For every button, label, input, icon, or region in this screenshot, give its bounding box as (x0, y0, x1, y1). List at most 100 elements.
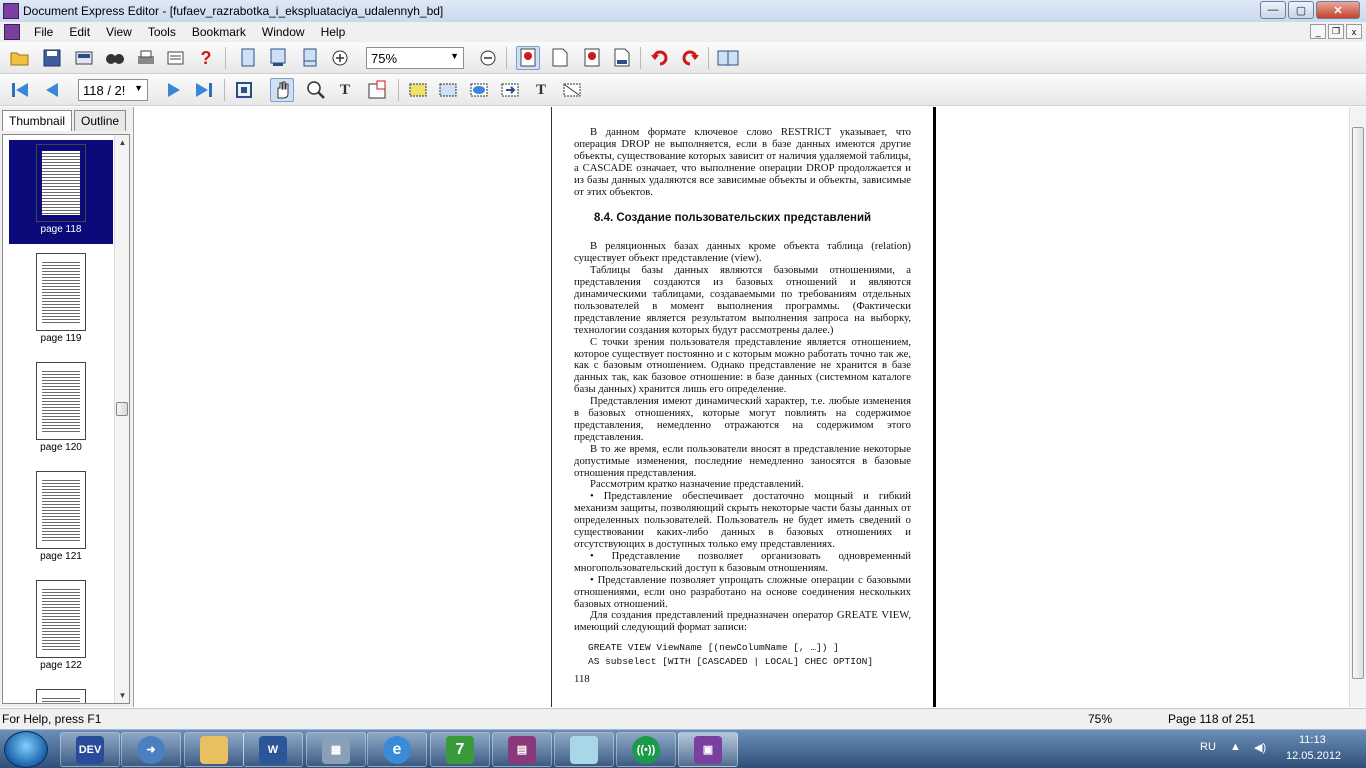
tray-arrow-icon[interactable]: ▲ (1230, 741, 1241, 753)
scrollbar-thumb[interactable] (116, 402, 128, 416)
thumbnail-page-118[interactable]: page 118 (9, 140, 113, 244)
zoom-tool-icon[interactable] (304, 78, 328, 102)
folder-icon (200, 735, 228, 764)
chevron-down-icon[interactable]: ▼ (134, 83, 143, 93)
thumbnail-scrollbar[interactable]: ▲ ▼ (114, 135, 129, 703)
taskbar-app-calculator[interactable]: ▦ (306, 732, 366, 767)
menu-edit[interactable]: Edit (61, 25, 98, 39)
scroll-down-icon[interactable]: ▼ (115, 688, 129, 703)
chevron-down-icon[interactable]: ▼ (450, 51, 459, 61)
status-page: Page 118 of 251 (1168, 712, 1256, 726)
status-bar: For Help, press F1 75% Page 118 of 251 (0, 708, 1366, 729)
menu-bookmark[interactable]: Bookmark (184, 25, 254, 39)
document-view[interactable]: В данном формате ключевое слово RESTRICT… (138, 107, 1366, 707)
select-region-icon[interactable] (467, 78, 491, 102)
zoom-in-icon[interactable] (328, 46, 352, 70)
taskbar-app-explorer[interactable] (184, 732, 244, 767)
page-number: 118 (574, 673, 590, 686)
zoom-out-icon[interactable] (476, 46, 500, 70)
word-icon: W (259, 735, 287, 764)
select-area-icon[interactable] (406, 78, 430, 102)
tab-thumbnail[interactable]: Thumbnail (2, 110, 73, 131)
menu-view[interactable]: View (98, 25, 140, 39)
maximize-button[interactable]: ▢ (1288, 1, 1314, 19)
text-tool-icon[interactable]: T (333, 78, 357, 102)
menu-window[interactable]: Window (254, 25, 313, 39)
minimize-button[interactable]: — (1260, 1, 1286, 19)
tab-outline[interactable]: Outline (74, 110, 127, 131)
two-page-icon[interactable] (266, 46, 290, 70)
sidebar: Thumbnail Outline page 118 page 119 page… (0, 107, 134, 707)
menu-help[interactable]: Help (313, 25, 354, 39)
clock-time[interactable]: 11:13 (1299, 734, 1326, 746)
continuous-icon[interactable] (298, 46, 322, 70)
rotate-right-icon[interactable] (610, 46, 634, 70)
scan-icon[interactable] (72, 46, 96, 70)
select-text-icon[interactable]: T (529, 78, 553, 102)
paragraph: С точки зрения пользователя представлени… (574, 335, 911, 396)
taskbar-app-dev-cpp[interactable]: DEV (60, 732, 120, 767)
find-icon[interactable] (103, 46, 127, 70)
page-number-combo[interactable]: 118 / 2! ▼ (78, 79, 148, 101)
properties-icon[interactable] (164, 46, 188, 70)
document-menu-icon[interactable] (4, 24, 20, 40)
redo-icon[interactable] (678, 46, 702, 70)
taskbar-app-network[interactable]: ((•)) (616, 732, 676, 767)
start-button[interactable] (4, 731, 48, 768)
taskbar-app-seven[interactable]: 7 (430, 732, 490, 767)
toolbar-separator (640, 47, 641, 69)
clock-date[interactable]: 12.05.2012 (1286, 750, 1341, 762)
internet-explorer-icon: e (383, 735, 411, 764)
last-page-icon[interactable] (192, 78, 216, 102)
thumbnail-page-121[interactable]: page 121 (9, 467, 113, 571)
thumbnail-page-122[interactable]: page 122 (9, 576, 113, 680)
next-page-icon[interactable] (162, 78, 186, 102)
scrollbar-thumb[interactable] (1352, 127, 1364, 679)
language-indicator[interactable]: RU (1200, 741, 1216, 753)
thumbnail-page-119[interactable]: page 119 (9, 249, 113, 353)
undo-icon[interactable] (648, 46, 672, 70)
thumbnail-page-next[interactable] (9, 685, 113, 703)
taskbar-app-notepad[interactable] (554, 732, 614, 767)
thumbnail-label: page 119 (40, 333, 82, 344)
paragraph: Для создания представлений предназначен … (574, 609, 911, 634)
thumbnail-page-120[interactable]: page 120 (9, 358, 113, 462)
menu-file[interactable]: File (26, 25, 61, 39)
taskbar-app-arrow[interactable]: ➜ (121, 732, 181, 767)
select-link-icon[interactable] (498, 78, 522, 102)
page-icon[interactable] (548, 46, 572, 70)
single-page-icon[interactable] (236, 46, 260, 70)
hand-icon[interactable] (270, 78, 294, 102)
taskbar-app-word[interactable]: W (243, 732, 303, 767)
help-icon[interactable]: ? (194, 46, 218, 70)
erase-area-icon[interactable] (560, 78, 584, 102)
page-thumbnail-image (36, 144, 86, 222)
first-page-icon[interactable] (8, 78, 32, 102)
volume-icon[interactable]: ◀) (1254, 741, 1266, 754)
zoom-combo[interactable]: 75% ▼ (366, 47, 464, 69)
doc-minimize-button[interactable]: _ (1310, 24, 1326, 39)
fit-width-icon[interactable] (716, 46, 740, 70)
thumbnail-list: page 118 page 119 page 120 page 121 page… (2, 134, 130, 704)
navigation-toolbar: 118 / 2! ▼ T T (0, 74, 1366, 106)
prev-page-icon[interactable] (40, 78, 64, 102)
menu-tools[interactable]: Tools (140, 25, 184, 39)
winrar-icon: ▤ (508, 735, 536, 764)
print-icon[interactable] (134, 46, 158, 70)
taskbar-app-ie[interactable]: e (367, 732, 427, 767)
save-icon[interactable] (40, 46, 64, 70)
page-thumbnail-image (36, 253, 86, 331)
select-image-icon[interactable] (436, 78, 460, 102)
doc-close-button[interactable]: x (1346, 24, 1362, 39)
scroll-up-icon[interactable]: ▲ (115, 135, 129, 150)
annotate-icon[interactable] (516, 46, 540, 70)
select-icon[interactable] (232, 78, 256, 102)
taskbar-app-winrar[interactable]: ▤ (492, 732, 552, 767)
close-button[interactable]: ✕ (1316, 1, 1360, 19)
doc-restore-button[interactable]: ❐ (1328, 24, 1344, 39)
snapshot-icon[interactable] (365, 78, 389, 102)
open-folder-icon[interactable] (8, 46, 32, 70)
document-scrollbar[interactable] (1349, 107, 1366, 707)
taskbar-app-document-express[interactable]: ▣ (678, 732, 738, 767)
rotate-left-icon[interactable] (580, 46, 604, 70)
